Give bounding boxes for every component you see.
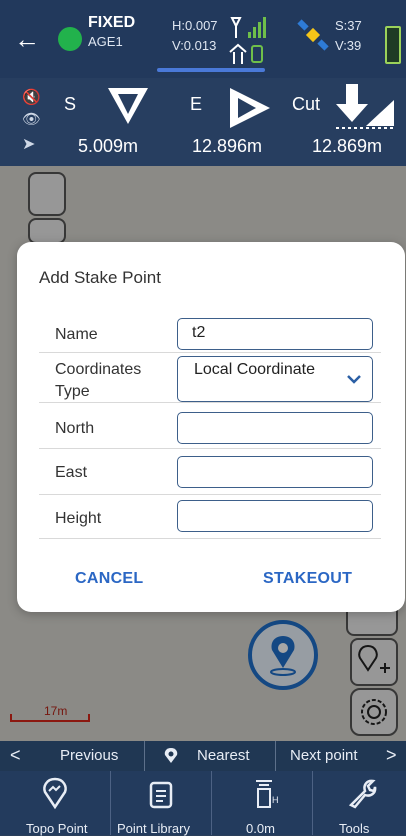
signal-icon <box>230 17 266 38</box>
tools-label: Tools <box>339 821 370 836</box>
dialog-title: Add Stake Point <box>39 268 161 287</box>
tools-button[interactable]: Tools <box>313 771 406 836</box>
nearest-button[interactable]: Nearest <box>145 741 276 771</box>
height-direction-label: Cut <box>292 94 321 114</box>
chevron-left-icon: < <box>10 745 21 765</box>
topo-point-label: Topo Point <box>26 821 88 836</box>
sats-s: S:37 <box>335 18 362 33</box>
point-library-button[interactable]: Point Library <box>111 771 212 836</box>
next-point-label: Next point <box>290 747 358 764</box>
coordinates-type-value: Local Coordinate <box>194 361 315 378</box>
topo-point-button[interactable]: Topo Point <box>0 771 111 836</box>
point-navigation-bar: < Previous Nearest Next point > <box>0 741 406 771</box>
name-input[interactable]: t2 <box>177 318 373 350</box>
cancel-button[interactable]: CANCEL <box>75 570 143 588</box>
eye-icon[interactable]: 👁 <box>22 110 41 128</box>
point-library-icon <box>149 781 173 809</box>
coordinates-type-select[interactable]: Local Coordinate <box>177 356 373 402</box>
nearest-label: Nearest <box>197 747 250 764</box>
satellite-count: S:37 V:39 <box>335 16 362 56</box>
cut-arrow-icon <box>336 84 396 129</box>
age-label: AGE1 <box>88 34 123 49</box>
coordinates-type-label: Coordinates Type <box>55 361 142 400</box>
row-divider <box>39 352 381 353</box>
north-direction-label: S <box>64 94 77 114</box>
status-bar: ← FIXED AGE1 H:0.007 V:0.013 S:37 V:39 <box>0 0 406 78</box>
back-arrow-icon[interactable]: ← <box>14 24 40 55</box>
east-value: 12.896m <box>192 136 263 156</box>
antenna-height-value: 0.0m <box>246 821 275 836</box>
previous-button[interactable]: < Previous <box>0 741 145 771</box>
h-precision: H:0.007 <box>172 18 218 33</box>
chevron-right-icon: > <box>386 745 397 765</box>
next-point-button[interactable]: Next point > <box>276 741 406 771</box>
north-arrow-icon: ➤ <box>22 136 36 153</box>
east-input[interactable] <box>177 456 373 488</box>
row-divider <box>39 538 381 539</box>
page-indicator <box>157 68 265 72</box>
mute-icon[interactable]: 🔇 <box>22 88 41 106</box>
wrench-icon <box>348 779 377 809</box>
north-label: North <box>55 420 95 437</box>
height-input[interactable] <box>177 500 373 532</box>
battery-icon <box>385 26 401 64</box>
fix-status-indicator <box>58 27 82 51</box>
v-precision: V:0.013 <box>172 38 217 53</box>
east-direction-label: E <box>190 94 203 114</box>
north-input[interactable] <box>177 412 373 444</box>
precision-readout: H:0.007 V:0.013 <box>172 16 218 56</box>
antenna-height-button[interactable]: H 0.0m <box>212 771 313 836</box>
satellite-icon <box>297 19 329 51</box>
down-triangle-icon <box>108 88 148 124</box>
right-triangle-icon <box>230 88 270 128</box>
sats-v: V:39 <box>335 38 362 53</box>
east-label: East <box>55 464 88 481</box>
chevron-down-icon <box>347 375 361 384</box>
base-station-icon <box>229 43 263 64</box>
stakeout-button[interactable]: STAKEOUT <box>263 570 352 588</box>
name-label: Name <box>55 326 98 343</box>
point-library-label: Point Library <box>117 821 190 836</box>
north-value: 5.009m <box>78 136 139 156</box>
nearest-pin-icon <box>164 748 178 763</box>
height-value: 12.869m <box>312 136 383 156</box>
stake-panel: 🔇 👁 ➤ S 5.009m E 12.896m Cut 12.869m <box>0 78 406 166</box>
row-divider <box>39 448 381 449</box>
add-stake-point-dialog: Add Stake Point Name t2 Coordinates Type… <box>17 242 405 612</box>
previous-label: Previous <box>60 747 119 764</box>
bottom-toolbar: Topo Point Point Library H 0.0m Tools <box>0 771 406 836</box>
topo-point-icon <box>43 777 67 810</box>
fix-status-label: FIXED <box>88 14 136 31</box>
height-label: Height <box>55 510 102 527</box>
receiver-icon: H <box>256 780 278 808</box>
row-divider <box>39 494 381 495</box>
svg-text:H: H <box>272 795 278 805</box>
